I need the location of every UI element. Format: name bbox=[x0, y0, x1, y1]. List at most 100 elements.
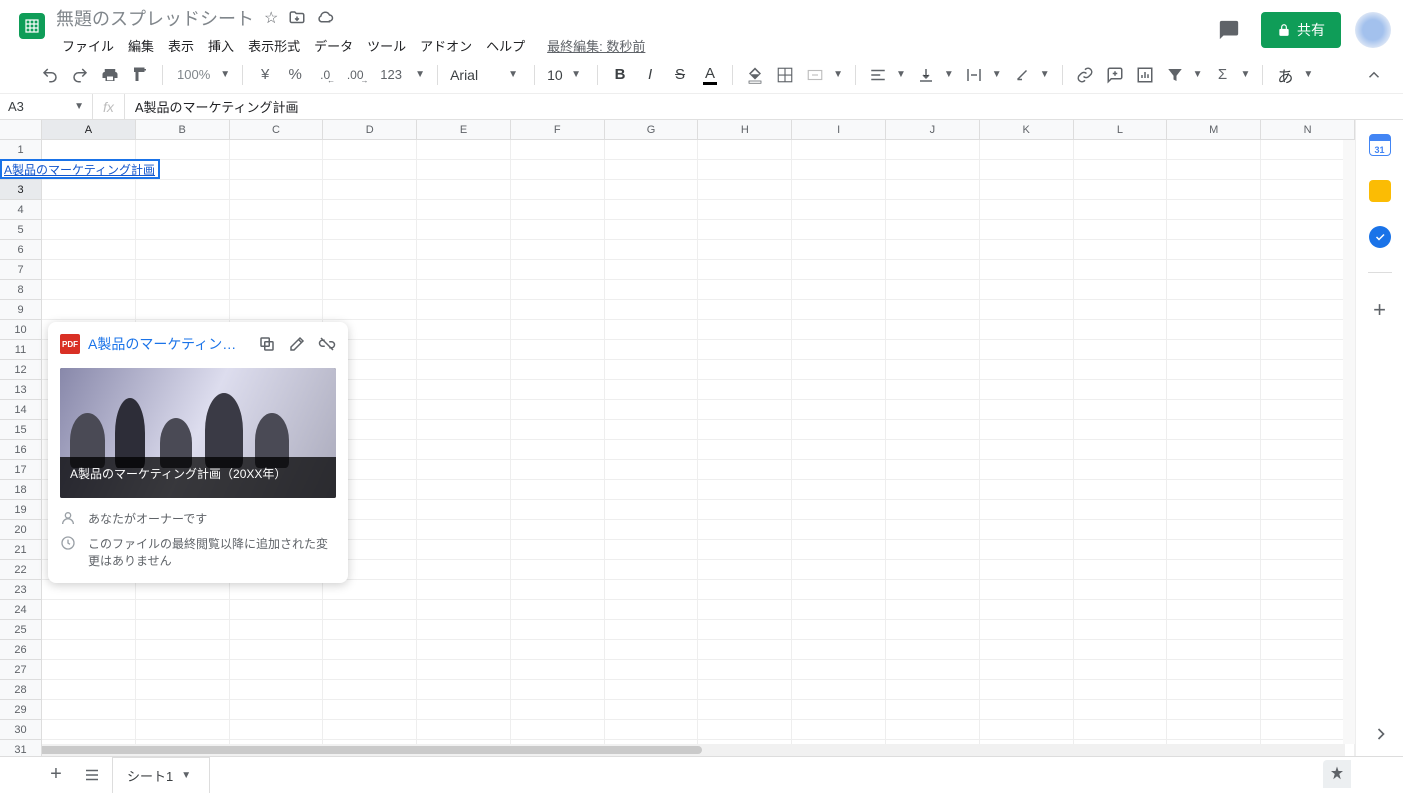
cell[interactable] bbox=[1074, 700, 1168, 719]
column-header[interactable]: A bbox=[42, 120, 136, 139]
cell[interactable] bbox=[1167, 280, 1261, 299]
cell[interactable] bbox=[980, 540, 1074, 559]
cell[interactable] bbox=[980, 500, 1074, 519]
cell[interactable] bbox=[886, 340, 980, 359]
cell[interactable] bbox=[230, 620, 324, 639]
cell[interactable] bbox=[1261, 260, 1355, 279]
cell[interactable] bbox=[511, 580, 605, 599]
cell[interactable] bbox=[980, 320, 1074, 339]
cell[interactable] bbox=[980, 720, 1074, 739]
cell[interactable] bbox=[42, 140, 136, 159]
menu-format[interactable]: 表示形式 bbox=[242, 32, 306, 59]
cell[interactable] bbox=[42, 720, 136, 739]
row-header[interactable]: 19 bbox=[0, 500, 41, 520]
cell[interactable] bbox=[417, 380, 511, 399]
hide-side-panel-button[interactable] bbox=[1371, 724, 1391, 744]
cell[interactable] bbox=[136, 600, 230, 619]
cell[interactable] bbox=[230, 640, 324, 659]
cell[interactable] bbox=[323, 200, 417, 219]
cell[interactable] bbox=[42, 700, 136, 719]
cell[interactable] bbox=[886, 200, 980, 219]
cell[interactable] bbox=[417, 360, 511, 379]
cell[interactable] bbox=[417, 400, 511, 419]
cell[interactable] bbox=[1167, 680, 1261, 699]
cell[interactable] bbox=[1074, 680, 1168, 699]
cell[interactable] bbox=[417, 340, 511, 359]
cell[interactable] bbox=[42, 620, 136, 639]
chevron-down-icon[interactable]: ▼ bbox=[894, 69, 910, 80]
cell[interactable] bbox=[230, 220, 324, 239]
cell[interactable] bbox=[1167, 600, 1261, 619]
cell[interactable] bbox=[1167, 380, 1261, 399]
row-header[interactable]: 11 bbox=[0, 340, 41, 360]
cell[interactable] bbox=[230, 280, 324, 299]
cell[interactable] bbox=[886, 580, 980, 599]
cell[interactable] bbox=[605, 360, 699, 379]
cell[interactable] bbox=[1261, 140, 1355, 159]
cell[interactable] bbox=[136, 660, 230, 679]
cell[interactable] bbox=[417, 300, 511, 319]
chevron-down-icon[interactable]: ▼ bbox=[218, 69, 234, 80]
cell[interactable] bbox=[698, 380, 792, 399]
cell[interactable] bbox=[1074, 400, 1168, 419]
cell[interactable] bbox=[792, 280, 886, 299]
insert-comment-button[interactable] bbox=[1101, 61, 1129, 89]
row-header[interactable]: 3 bbox=[0, 180, 41, 200]
cell[interactable] bbox=[980, 480, 1074, 499]
cell[interactable] bbox=[511, 140, 605, 159]
cell[interactable] bbox=[792, 200, 886, 219]
cell[interactable] bbox=[323, 220, 417, 239]
cell[interactable] bbox=[1261, 360, 1355, 379]
print-button[interactable] bbox=[96, 61, 124, 89]
cell[interactable] bbox=[605, 200, 699, 219]
cell[interactable] bbox=[792, 720, 886, 739]
cell[interactable] bbox=[605, 240, 699, 259]
chevron-down-icon[interactable]: ▼ bbox=[413, 69, 429, 80]
cell[interactable] bbox=[980, 580, 1074, 599]
column-header[interactable]: E bbox=[417, 120, 511, 139]
cell[interactable] bbox=[605, 460, 699, 479]
cell[interactable] bbox=[511, 360, 605, 379]
filter-button[interactable] bbox=[1161, 61, 1189, 89]
cell[interactable] bbox=[1074, 220, 1168, 239]
cell[interactable] bbox=[230, 240, 324, 259]
fill-color-button[interactable] bbox=[741, 61, 769, 89]
collapse-toolbar-button[interactable] bbox=[1357, 62, 1391, 88]
cell[interactable] bbox=[605, 720, 699, 739]
row-header[interactable]: 17 bbox=[0, 460, 41, 480]
cell[interactable] bbox=[136, 280, 230, 299]
cell[interactable] bbox=[511, 460, 605, 479]
cell[interactable] bbox=[136, 200, 230, 219]
cell[interactable] bbox=[1261, 160, 1355, 179]
row-header[interactable]: 10 bbox=[0, 320, 41, 340]
cell[interactable] bbox=[605, 640, 699, 659]
cell[interactable] bbox=[1074, 500, 1168, 519]
column-header[interactable]: G bbox=[605, 120, 699, 139]
cell[interactable] bbox=[417, 540, 511, 559]
cell[interactable] bbox=[792, 180, 886, 199]
cell[interactable] bbox=[886, 500, 980, 519]
row-header[interactable]: 20 bbox=[0, 520, 41, 540]
menu-data[interactable]: データ bbox=[308, 32, 359, 59]
cell[interactable] bbox=[605, 280, 699, 299]
cell[interactable] bbox=[42, 680, 136, 699]
row-header[interactable]: 9 bbox=[0, 300, 41, 320]
cell[interactable] bbox=[980, 420, 1074, 439]
cell[interactable] bbox=[980, 640, 1074, 659]
cell[interactable] bbox=[886, 600, 980, 619]
cell[interactable] bbox=[1167, 660, 1261, 679]
cell[interactable] bbox=[1261, 500, 1355, 519]
cell[interactable] bbox=[698, 260, 792, 279]
cell[interactable] bbox=[792, 300, 886, 319]
cell[interactable] bbox=[886, 420, 980, 439]
cell[interactable] bbox=[511, 300, 605, 319]
cell[interactable] bbox=[792, 620, 886, 639]
cell[interactable] bbox=[1167, 480, 1261, 499]
cell[interactable] bbox=[605, 320, 699, 339]
cell[interactable] bbox=[698, 440, 792, 459]
cell[interactable] bbox=[511, 620, 605, 639]
cell[interactable] bbox=[1261, 380, 1355, 399]
cell[interactable] bbox=[1261, 720, 1355, 739]
comments-button[interactable] bbox=[1211, 12, 1247, 48]
cell[interactable] bbox=[605, 680, 699, 699]
